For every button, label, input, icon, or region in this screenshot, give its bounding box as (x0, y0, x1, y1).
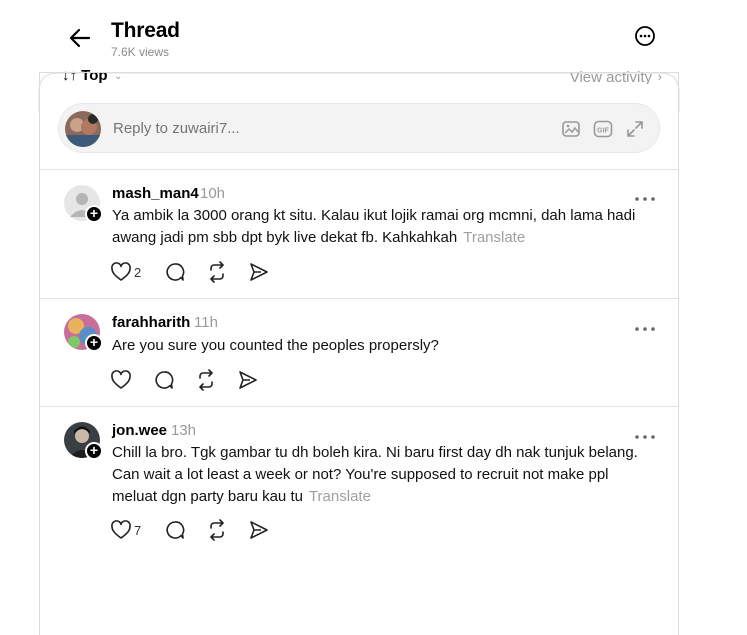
header-divider (39, 72, 679, 73)
comment-icon[interactable] (164, 519, 186, 541)
post-body: Are you sure you counted the peoples pro… (112, 337, 439, 354)
sort-top-toggle[interactable]: ↓↑ Top (62, 67, 108, 84)
send-icon[interactable] (248, 519, 270, 541)
translate-link[interactable]: Translate (463, 229, 525, 246)
post-text: Are you sure you counted the peoples pro… (112, 335, 652, 357)
gif-icon[interactable]: GIF (593, 119, 613, 139)
post-text: Ya ambik la 3000 orang kt situ. Kalau ik… (112, 205, 652, 249)
follow-plus-icon[interactable]: + (85, 334, 103, 352)
repost-icon[interactable] (195, 369, 217, 391)
sort-row: ↓↑ Top ⌄ View activity › (62, 64, 662, 84)
like-count: 2 (134, 265, 142, 280)
comment-icon[interactable] (153, 369, 175, 391)
follow-plus-icon[interactable]: + (85, 442, 103, 460)
heart-icon[interactable] (110, 519, 132, 541)
reply-input[interactable] (113, 120, 513, 137)
timestamp: 11h (194, 314, 218, 331)
timestamp: 13h (171, 422, 197, 439)
send-icon[interactable] (248, 261, 270, 283)
svg-text:GIF: GIF (597, 128, 609, 135)
post-body: Ya ambik la 3000 orang kt situ. Kalau ik… (112, 207, 636, 246)
heart-icon[interactable] (110, 369, 132, 391)
back-arrow-icon[interactable] (66, 24, 94, 52)
repost-icon[interactable] (206, 519, 228, 541)
post-text: Chill la bro. Tgk gambar tu dh boleh kir… (112, 442, 652, 508)
reply-post: + jon.wee 13h Chill la bro. Tgk gambar t… (40, 406, 678, 556)
follow-plus-icon[interactable]: + (85, 205, 103, 223)
heart-icon[interactable] (110, 261, 132, 283)
timestamp: 10h (200, 185, 226, 202)
user-avatar (65, 111, 101, 147)
post-body: Chill la bro. Tgk gambar tu dh boleh kir… (112, 444, 638, 505)
more-circle-icon[interactable] (634, 25, 656, 47)
reply-post: + mash_man4 10h Ya ambik la 3000 orang k… (40, 169, 678, 298)
like-count: 7 (134, 523, 142, 538)
more-horizontal-icon[interactable] (634, 427, 656, 439)
username[interactable]: farahharith (112, 314, 190, 331)
more-horizontal-icon[interactable] (634, 189, 656, 201)
header-bar: Thread 7.6K views (0, 0, 747, 72)
more-horizontal-icon[interactable] (634, 319, 656, 331)
image-icon[interactable] (561, 119, 581, 139)
username[interactable]: jon.wee (112, 422, 167, 439)
page-title: Thread (111, 19, 180, 42)
reply-post: + farahharith 11h Are you sure you count… (40, 298, 678, 406)
translate-link[interactable]: Translate (309, 488, 371, 505)
expand-icon[interactable] (625, 119, 645, 139)
view-count: 7.6K views (111, 45, 170, 59)
repost-icon[interactable] (206, 261, 228, 283)
send-icon[interactable] (237, 369, 259, 391)
reply-box[interactable]: GIF (58, 103, 660, 153)
username[interactable]: mash_man4 (112, 185, 199, 202)
comment-icon[interactable] (164, 261, 186, 283)
